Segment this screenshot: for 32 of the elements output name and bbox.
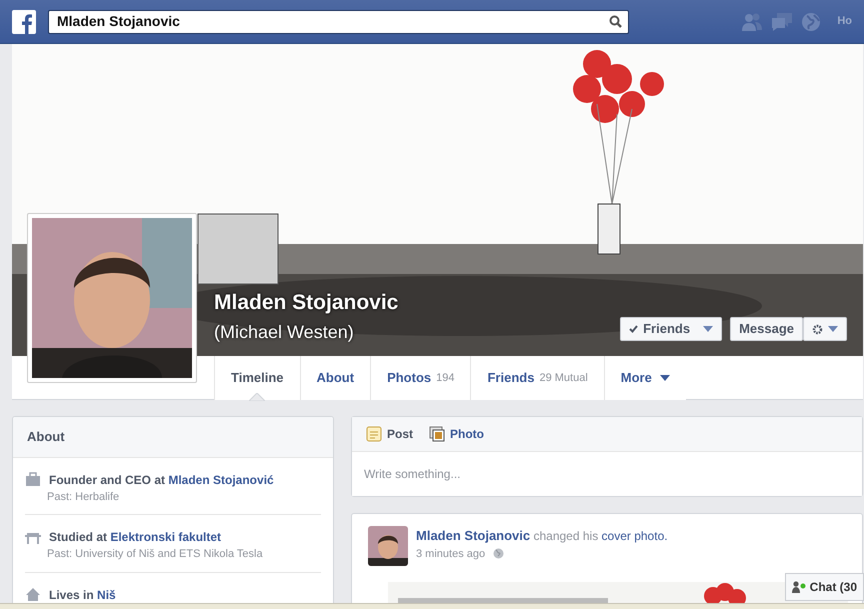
author-link[interactable]: Mladen Stojanovic bbox=[416, 528, 530, 543]
post-headline: Mladen Stojanovic changed his cover photo. bbox=[416, 527, 668, 545]
facebook-logo-icon[interactable] bbox=[12, 10, 36, 34]
profile-tab[interactable]: About bbox=[300, 356, 370, 400]
count-label: 194 bbox=[436, 370, 454, 386]
about-title: About bbox=[13, 417, 333, 458]
photo-icon bbox=[429, 426, 446, 442]
briefcase-icon bbox=[25, 472, 41, 487]
search-icon[interactable] bbox=[609, 15, 622, 28]
profile-tab[interactable]: Friends 29 Mutual bbox=[470, 356, 604, 400]
about-detail: Past: University of Niš and ETS Nikola Tesla bbox=[46, 547, 264, 562]
online-user-icon bbox=[792, 581, 806, 593]
profile-tab[interactable]: Photos 194 bbox=[370, 356, 470, 400]
status-composer[interactable]: Post Photo Write something... bbox=[351, 416, 863, 497]
house-icon bbox=[25, 587, 41, 602]
about-link[interactable]: Niš bbox=[97, 588, 116, 602]
cover-photo-link[interactable]: cover photo. bbox=[602, 529, 668, 543]
about-entry: Lives in Niš bbox=[49, 586, 116, 604]
about-detail: Past: Herbalife bbox=[46, 490, 120, 504]
note-icon bbox=[366, 426, 382, 442]
composer-tab[interactable]: Post bbox=[366, 425, 414, 443]
globe-icon[interactable] bbox=[493, 548, 504, 560]
profile-tab[interactable]: More bbox=[604, 356, 686, 400]
about-entry: Studied at Elektronski fakultet bbox=[49, 529, 222, 546]
composer-tab[interactable]: Photo bbox=[429, 425, 484, 443]
about-link[interactable]: Elektronski fakultet bbox=[110, 530, 222, 544]
chat-tab[interactable]: Chat (30 bbox=[784, 573, 864, 601]
count-label: 29 Mutual bbox=[539, 370, 588, 386]
about-link[interactable]: Mladen Stojanović bbox=[168, 472, 274, 486]
about-entry: Founder and CEO at Mladen Stojanović bbox=[49, 472, 274, 488]
tab-pointer-icon bbox=[249, 393, 266, 401]
profile-tab[interactable]: Timeline bbox=[214, 356, 300, 400]
